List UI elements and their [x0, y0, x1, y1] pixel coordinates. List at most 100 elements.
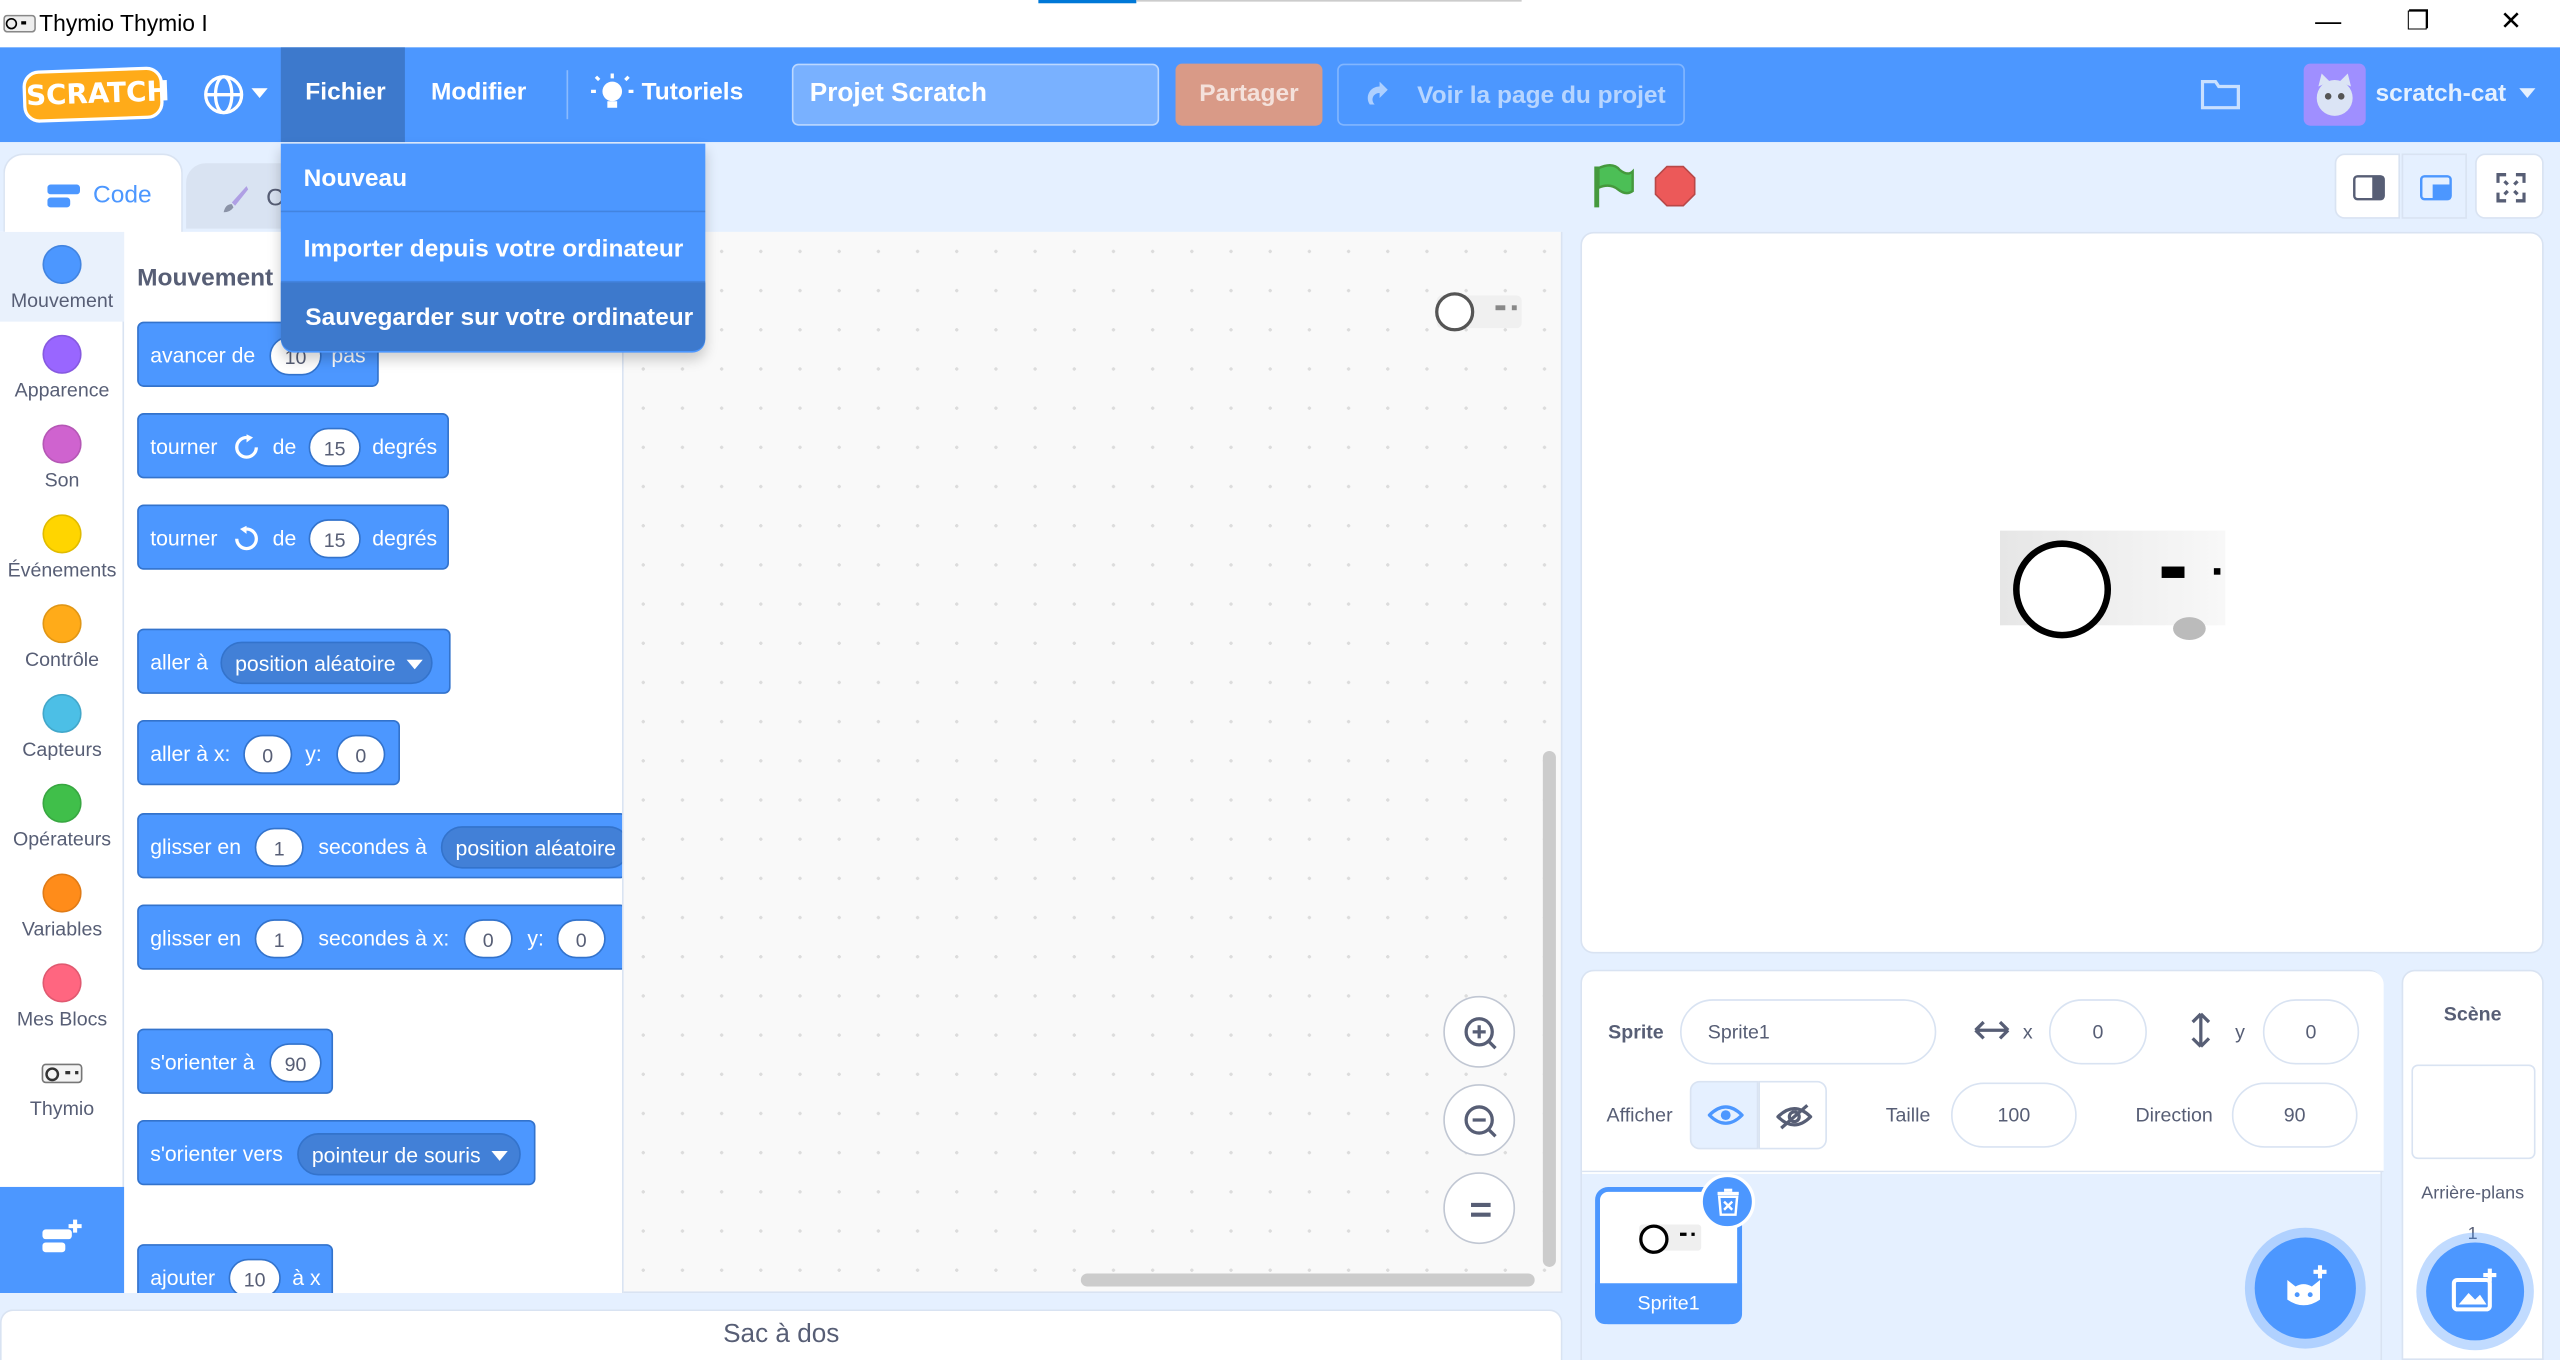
category-capteurs[interactable]: Capteurs: [0, 681, 124, 771]
category-color-dot: [42, 334, 82, 374]
scratch-logo[interactable]: SCRATCH: [21, 66, 170, 124]
block-text: secondes à: [318, 834, 427, 859]
backpack[interactable]: Sac à dos: [0, 1309, 1563, 1360]
category-son[interactable]: Son: [0, 411, 124, 501]
green-flag-icon[interactable]: [1590, 163, 1636, 209]
category-thymio[interactable]: Thymio: [0, 1040, 124, 1130]
y-input[interactable]: 0: [2262, 999, 2360, 1065]
seconds-input[interactable]: 1: [254, 827, 304, 867]
block-glide-to-xy[interactable]: glisser en 1 secondes à x: 0 y: 0: [137, 904, 623, 970]
block-text: glisser en: [150, 834, 242, 859]
point-towards-dropdown[interactable]: pointeur de souris: [297, 1133, 522, 1176]
horizontal-arrows-icon: [1974, 1020, 2010, 1040]
account-menu[interactable]: scratch-cat: [2303, 63, 2541, 126]
dropdown-value: pointeur de souris: [311, 1142, 481, 1168]
block-turn-left[interactable]: tourner de 15 degrés: [137, 504, 449, 570]
stage-target-pane[interactable]: Scène Arrière-plans 1: [2401, 969, 2544, 1360]
stage-thumbnail: [2411, 1064, 2536, 1160]
block-text: s'orienter vers: [150, 1141, 283, 1166]
file-menu-dropdown: Nouveau Importer depuis votre ordinateur…: [280, 143, 706, 353]
script-area[interactable]: [623, 231, 1563, 1294]
delete-sprite-button[interactable]: [1699, 1173, 1756, 1230]
language-menu[interactable]: [202, 70, 274, 119]
hide-sprite-button[interactable]: [1758, 1080, 1827, 1150]
zoom-out-button[interactable]: [1443, 1084, 1516, 1156]
block-glide-to[interactable]: glisser en 1 secondes à position aléatoi…: [137, 813, 623, 879]
size-label: Taille: [1885, 1103, 1931, 1127]
category-color-dot: [42, 424, 82, 464]
zoom-reset-button[interactable]: [1443, 1172, 1516, 1245]
thymio-sprite[interactable]: [1997, 527, 2229, 645]
menu-item-load[interactable]: Importer depuis votre ordinateur: [280, 214, 706, 283]
block-go-to-xy[interactable]: aller à x: 0 y: 0: [137, 720, 400, 786]
go-to-dropdown[interactable]: position aléatoire: [220, 641, 434, 685]
project-title-input[interactable]: Projet Scratch: [791, 63, 1160, 126]
x-input[interactable]: 0: [463, 919, 513, 959]
category-color-dot: [42, 244, 82, 285]
category-apparence[interactable]: Apparence: [0, 322, 124, 412]
y-input[interactable]: 0: [556, 919, 606, 959]
change-x-input[interactable]: 10: [228, 1258, 281, 1294]
add-extension-button[interactable]: [0, 1186, 125, 1294]
sprite-name-input[interactable]: Sprite1: [1680, 999, 1937, 1065]
category--v-nements[interactable]: Événements: [0, 501, 124, 591]
see-project-page-button[interactable]: Voir la page du projet: [1337, 63, 1685, 126]
degrees-input[interactable]: 15: [308, 519, 361, 559]
window-indicator: [1038, 0, 1137, 4]
category-contr-le[interactable]: Contrôle: [0, 591, 124, 681]
menu-bar: SCRATCH Fichier Modifier Tutoriels Proje…: [0, 47, 2560, 143]
code-blocks-icon: [47, 184, 80, 208]
block-text: s'orienter à: [150, 1049, 255, 1075]
equals-icon: [1471, 1202, 1491, 1217]
direction-input[interactable]: 90: [2231, 1082, 2358, 1148]
lightbulb-icon: [591, 73, 634, 108]
block-point-towards[interactable]: s'orienter vers pointeur de souris: [137, 1120, 536, 1186]
size-input[interactable]: 100: [1951, 1082, 2077, 1148]
choose-backdrop-button[interactable]: [2426, 1242, 2525, 1341]
block-turn-right[interactable]: tourner de 15 degrés: [137, 413, 449, 479]
rotate-right-icon: [235, 434, 258, 459]
minimize-button[interactable]: —: [2291, 0, 2366, 47]
normal-stage-button[interactable]: [2401, 153, 2467, 219]
block-go-to[interactable]: aller à position aléatoire: [137, 628, 451, 694]
edit-menu-button[interactable]: Modifier: [431, 78, 526, 106]
category-op-rateurs[interactable]: Opérateurs: [0, 771, 124, 861]
zoom-in-button[interactable]: [1443, 995, 1516, 1068]
x-input[interactable]: 0: [243, 734, 293, 774]
restore-button[interactable]: ❐: [2380, 0, 2455, 47]
block-text: avancer de: [150, 342, 256, 368]
x-input[interactable]: 0: [2048, 999, 2147, 1065]
block-text: à x: [292, 1265, 321, 1290]
category-mes-blocs[interactable]: Mes Blocs: [0, 950, 124, 1040]
category-variables[interactable]: Variables: [0, 860, 124, 950]
stop-icon[interactable]: [1654, 165, 1696, 207]
horizontal-scrollbar[interactable]: [1080, 1273, 1535, 1287]
fullscreen-button[interactable]: [2475, 153, 2544, 219]
glide-target-dropdown[interactable]: position aléatoire: [440, 826, 623, 869]
category-label: Variables: [21, 917, 103, 941]
degrees-input[interactable]: 15: [308, 427, 361, 467]
category-label: Événements: [7, 558, 117, 582]
menu-item-save[interactable]: Sauvegarder sur votre ordinateur: [280, 282, 706, 352]
tutorials-button[interactable]: Tutoriels: [588, 70, 758, 119]
choose-sprite-button[interactable]: [2254, 1237, 2356, 1339]
seconds-input[interactable]: 1: [254, 919, 304, 959]
direction-input[interactable]: 90: [269, 1043, 322, 1083]
tab-code[interactable]: Code: [3, 153, 183, 242]
share-button[interactable]: Partager: [1175, 63, 1323, 126]
stage[interactable]: [1580, 231, 2544, 954]
show-sprite-button[interactable]: [1689, 1080, 1759, 1150]
menu-item-new[interactable]: Nouveau: [280, 144, 706, 213]
block-point-in-direction[interactable]: s'orienter à 90: [137, 1028, 334, 1094]
vertical-scrollbar[interactable]: [1542, 751, 1556, 1267]
category-mouvement[interactable]: Mouvement: [0, 232, 124, 322]
add-extension-icon: [42, 1219, 82, 1253]
y-input[interactable]: 0: [336, 734, 386, 774]
see-project-page-label: Voir la page du projet: [1417, 81, 1666, 110]
close-button[interactable]: ✕: [2473, 0, 2548, 47]
category-label: Capteurs: [22, 737, 102, 761]
window-indicator-track: [1136, 0, 1522, 2]
folder-icon[interactable]: [2200, 77, 2240, 110]
block-change-x[interactable]: ajouter 10 à x: [137, 1244, 334, 1294]
small-stage-button[interactable]: [2334, 153, 2400, 219]
